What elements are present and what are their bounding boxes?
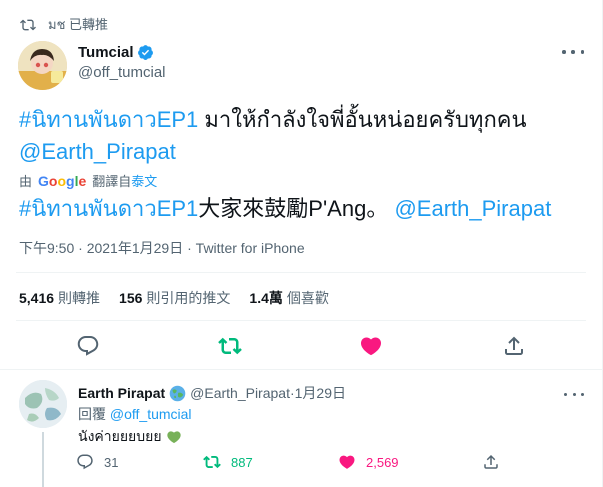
tweet-meta: 下午9:50 · 2021年1月29日 · Twitter for iPhone [19,240,305,256]
tweet-body: มาให้กำลังใจพี่อั้นหน่อยครับทุกคน [198,107,527,132]
tweet-text: #นิทานพันดาวEP1 มาให้กำลังใจพี่อั้นหน่อย… [19,104,589,168]
retweet-label: มช 已轉推 [48,17,109,32]
more-options-icon[interactable] [562,44,584,60]
replying-to: 回覆 @off_tumcial [78,406,192,422]
like-count[interactable]: 1.4萬 個喜歡 [249,288,328,308]
reply-retweet-button[interactable]: 887 [203,453,253,471]
like-icon [339,455,355,469]
reply-retweet-count: 887 [231,454,253,470]
retweet-icon[interactable] [218,334,242,358]
translated-hashtag-link[interactable]: #นิทานพันดาวEP1 [19,196,198,221]
quote-count[interactable]: 156 則引用的推文 [119,288,230,308]
reply-actions: 31 887 2,569 [0,453,603,475]
reply-text: นังค่ายยยบยย [78,426,182,448]
retweet-icon [203,455,221,469]
reply-like-button[interactable]: 2,569 [338,453,399,471]
author-handle[interactable]: @off_tumcial [78,64,166,81]
reply-share-button[interactable] [482,453,510,471]
divider [16,320,586,321]
reply-reply-button[interactable]: 31 [76,453,118,471]
tweet-time[interactable]: 下午9:50 [19,240,74,256]
reply-date[interactable]: 1月29日 [295,383,346,403]
reply-author-avatar[interactable] [19,380,67,428]
tweet-stats: 5,416 則轉推 156 則引用的推文 1.4萬 個喜歡 [19,288,348,308]
google-logo: Google [38,172,87,189]
reply-body: นังค่ายยยบยย [78,428,162,444]
divider [16,272,586,273]
reply-icon[interactable] [76,334,100,358]
reply-like-count: 2,569 [366,454,399,470]
retweet-count[interactable]: 5,416 則轉推 [19,288,100,308]
translated-body: 大家來鼓勵P'Ang。 [198,196,389,221]
retweet-icon [20,19,36,30]
globe-emoji-icon [169,385,186,401]
author-avatar[interactable] [18,41,67,90]
reply-author-name[interactable]: Earth Pirapat [78,385,165,401]
source-language-link[interactable]: 泰文 [131,171,157,190]
tweet-source[interactable]: Twitter for iPhone [196,240,305,256]
reply-author-handle[interactable]: @Earth_Pirapat [190,385,290,401]
translate-suffix: 翻譯自 [92,174,132,189]
hashtag-link[interactable]: #นิทานพันดาวEP1 [19,107,198,132]
translation-attribution: 由 Google 翻譯自 泰文 [19,171,157,190]
tweet-card: มช 已轉推 Tumcial @off_tumcial #นิทานพันดาว… [0,0,603,487]
reply-reply-count: 31 [104,454,119,470]
translated-mention-link[interactable]: @Earth_Pirapat [394,196,551,221]
author-block[interactable]: Tumcial @off_tumcial [78,44,166,81]
green-heart-icon [166,431,181,444]
mention-link[interactable]: @Earth_Pirapat [19,139,176,164]
reply-header: Earth Pirapat @Earth_Pirapat · 1月29日 [78,383,346,403]
like-icon[interactable] [359,334,383,358]
tweet-date[interactable]: 2021年1月29日 [87,240,184,256]
share-icon[interactable] [502,334,526,358]
translate-prefix: 由 [19,174,33,189]
author-name[interactable]: Tumcial [78,44,134,61]
verified-badge-icon [137,45,153,60]
translated-text: #นิทานพันดาวEP1大家來鼓勵P'Ang。 @Earth_Pirapa… [19,193,589,225]
reply-more-options-icon[interactable] [564,387,584,401]
reply-icon [77,454,93,470]
divider [0,369,602,370]
reply-to-mention-link[interactable]: @off_tumcial [110,406,192,422]
retweet-context[interactable]: มช 已轉推 [20,14,108,35]
tweet-actions [0,332,603,360]
share-icon [484,454,498,469]
